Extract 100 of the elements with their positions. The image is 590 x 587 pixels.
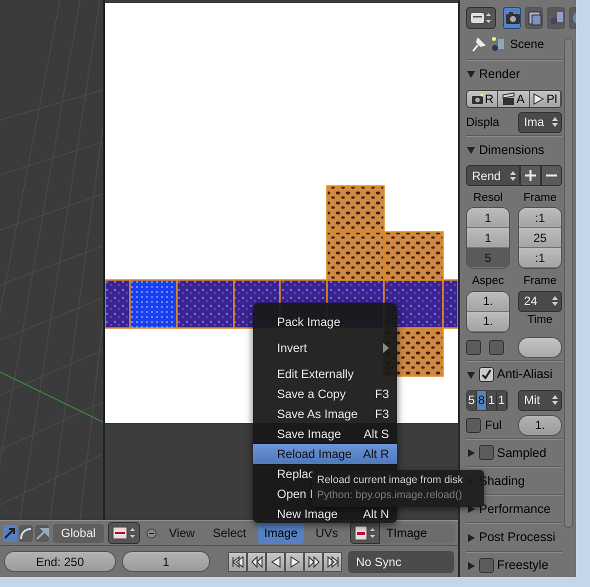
resolution-field[interactable]: 1 (467, 228, 509, 248)
render-button[interactable]: A (498, 90, 530, 107)
filter-size-field[interactable]: 1. (518, 414, 562, 436)
play-reverse-button[interactable] (266, 552, 285, 572)
resolution-field[interactable]: 1 (467, 208, 509, 228)
jump-to-end-button[interactable] (323, 552, 342, 572)
menu-item[interactable]: Invert (253, 338, 397, 358)
right-triangle-icon (288, 556, 300, 568)
previous-keyframe-button[interactable] (247, 552, 266, 572)
menu-item[interactable]: Save a Copy F3 (253, 384, 397, 404)
sync-mode-dropdown[interactable]: No Sync (348, 550, 454, 572)
arc-icon (19, 526, 33, 540)
menu-item[interactable]: Save As Image F3 (253, 404, 397, 424)
menu-item[interactable]: Select (206, 522, 252, 544)
time-field[interactable] (518, 336, 562, 358)
checkbox[interactable] (466, 340, 481, 355)
properties-tab[interactable] (547, 6, 565, 29)
image-name-field[interactable]: TImage (380, 524, 455, 542)
preset-dropdown[interactable]: Rend (466, 165, 520, 186)
image-icon (354, 525, 376, 541)
properties-tab[interactable] (525, 6, 543, 29)
collapse-menus-icon[interactable] (146, 528, 157, 538)
editor-type-button[interactable] (108, 522, 140, 544)
play-button[interactable] (285, 552, 304, 572)
remove-preset-button[interactable] (541, 165, 562, 186)
up-down-arrows-icon (510, 170, 516, 182)
image-browse-button[interactable] (350, 522, 380, 544)
menu-item[interactable]: Image (258, 522, 304, 544)
jump-to-start-button[interactable] (228, 552, 247, 572)
panel-checkbox[interactable] (479, 367, 494, 382)
frame-field[interactable]: :1 (519, 208, 561, 228)
texture-tile (129, 279, 178, 329)
aspect-field[interactable]: 1. (467, 312, 509, 332)
skip-end-icon (326, 556, 338, 568)
frame-rate-dropdown[interactable]: 24 (518, 290, 562, 312)
collapse-triangle-icon[interactable] (466, 370, 476, 380)
frame-field[interactable]: 25 (519, 228, 561, 248)
menu-item[interactable]: UVs (310, 522, 344, 544)
end-frame-field[interactable]: End: 250 (4, 551, 116, 572)
texture-tile (326, 231, 385, 281)
manipulator-button[interactable] (3, 524, 17, 542)
checkbox[interactable] (489, 340, 504, 355)
render-button[interactable]: Pl (530, 90, 561, 107)
checkbox[interactable] (466, 418, 481, 433)
render-button[interactable]: R (467, 90, 498, 107)
menu-item[interactable]: Save Image Alt S (253, 424, 397, 444)
pin-icon[interactable] (470, 36, 486, 52)
picture-icon (526, 8, 542, 27)
display-dropdown[interactable]: Ima (518, 112, 562, 133)
panel-checkbox[interactable] (479, 558, 494, 574)
panel-title[interactable]: Anti-Aliasi (497, 365, 553, 384)
sample-option[interactable]: 1 (497, 390, 507, 410)
expand-triangle-icon[interactable] (466, 448, 476, 458)
texture-tile (176, 279, 235, 329)
filter-dropdown[interactable]: Mit (518, 390, 562, 411)
menu-item[interactable]: Reload Image Alt R (253, 444, 397, 464)
expand-triangle-icon[interactable] (466, 532, 476, 543)
menu-item[interactable]: Pack Image (253, 312, 397, 332)
play-icon (532, 92, 546, 106)
collapse-triangle-icon[interactable] (466, 69, 476, 80)
sample-option[interactable]: 8 (477, 390, 487, 410)
panel-checkbox[interactable] (479, 445, 494, 460)
image-editor-icon (112, 525, 136, 541)
panel-title[interactable]: Post Processi (479, 528, 556, 547)
tooltip-python: Python: bpy.ops.image.reload() (317, 488, 464, 503)
manipulator-button[interactable] (19, 524, 33, 542)
manipulator-button[interactable] (35, 524, 49, 542)
panel-title[interactable]: Freestyle (497, 556, 548, 576)
orientation-dropdown[interactable]: Global (53, 524, 104, 542)
add-preset-button[interactable] (520, 165, 541, 186)
texture-tile (326, 185, 385, 233)
panel-title[interactable]: Render (479, 65, 520, 84)
sample-option[interactable]: 5 (467, 390, 477, 410)
collapse-triangle-icon[interactable] (466, 144, 476, 155)
aspect-field[interactable]: 1. (467, 292, 509, 312)
field-label: Resol (472, 191, 504, 206)
panel-title[interactable]: Dimensions (479, 140, 544, 160)
arrow-icon (3, 526, 17, 540)
expand-triangle-icon[interactable] (466, 560, 476, 571)
double-right-icon (308, 556, 320, 568)
left-triangle-icon (270, 556, 282, 568)
tooltip-description: Reload current image from disk (317, 473, 464, 488)
next-keyframe-button[interactable] (304, 552, 323, 572)
camera-icon (470, 92, 484, 106)
field-label: Displa (466, 114, 500, 132)
panel-title[interactable]: Performance (479, 500, 551, 519)
frame-field[interactable]: :1 (519, 248, 561, 268)
panel-title[interactable]: Sampled (497, 444, 546, 462)
current-frame-field[interactable]: 1 (122, 551, 210, 572)
editor-type-button[interactable] (466, 6, 496, 29)
menu-item[interactable]: Edit Externally (253, 364, 397, 384)
properties-tab[interactable] (503, 6, 521, 29)
menu-item[interactable]: View (163, 522, 201, 544)
scene-icon (490, 36, 506, 52)
field-label: Frame (522, 274, 558, 290)
check-icon (481, 369, 492, 380)
scrollbar[interactable] (564, 38, 573, 528)
menu-item[interactable]: New Image Alt N (253, 504, 397, 524)
sample-option[interactable]: 1 (487, 390, 497, 410)
context-label: Scene (510, 36, 544, 53)
